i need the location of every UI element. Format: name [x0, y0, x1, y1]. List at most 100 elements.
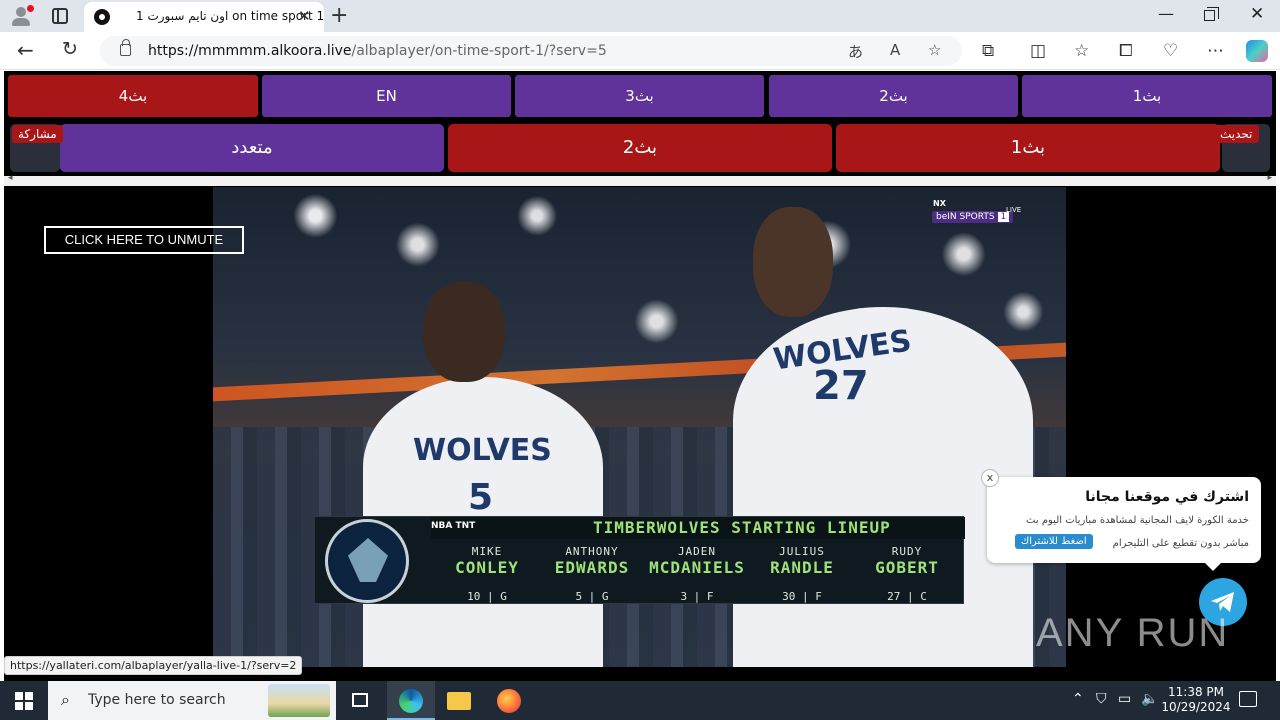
lineup-graphic: NBA TNT TIMBERWOLVES STARTING LINEUP MIK… [314, 516, 965, 604]
server-label: بث1 [1132, 87, 1162, 105]
share-label[interactable]: مشاركة [12, 125, 63, 143]
channel-logo-text: beIN SPORTS [936, 212, 995, 222]
browser-tab[interactable]: اون تايم سبورت 1 on time sport 1 ✕ [84, 2, 324, 32]
server-button-1[interactable]: بث1 [1022, 75, 1272, 117]
search-placeholder: Type here to search [88, 692, 226, 708]
popup-title: اشترك في موقعنا مجانا [1085, 489, 1249, 505]
player-last-name: MCDANIELS [649, 558, 745, 577]
url-text[interactable]: https://mmmmm.alkoora.live/albaplayer/on… [148, 43, 607, 59]
server-button-4[interactable]: بث4 [8, 75, 258, 117]
server-button-en[interactable]: EN [262, 75, 511, 117]
network-icon[interactable]: ▭ [1118, 691, 1131, 707]
task-view-icon[interactable] [352, 693, 368, 707]
file-explorer-taskbar-button[interactable] [435, 681, 483, 720]
popup-description: خدمة الكورة لايف المجانية لمشاهدة مباريا… [1026, 515, 1249, 526]
browser-titlebar: اون تايم سبورت 1 on time sport 1 ✕ + — ✕ [0, 0, 1280, 32]
player-last-name: RANDLE [770, 558, 834, 577]
timberwolves-logo [325, 519, 409, 603]
search-icon: ⌕ [61, 690, 70, 709]
search-highlight-image [268, 684, 330, 717]
tab-actions-icon[interactable] [52, 8, 68, 24]
restore-button[interactable] [1204, 7, 1219, 21]
firefox-taskbar-button[interactable] [485, 681, 533, 720]
collections-icon[interactable]: ⧠ [1119, 41, 1133, 61]
clock-date: 10/29/2024 [1161, 700, 1231, 714]
subscribe-button[interactable]: اضغط للاشتراك [1015, 534, 1093, 549]
server-button-3[interactable]: بث3 [515, 75, 764, 117]
server-button-2[interactable]: بث2 [769, 75, 1018, 117]
split-screen-icon[interactable]: ◫ [1030, 41, 1046, 61]
status-bar-url: https://yallateri.com/albaplayer/yalla-l… [4, 656, 303, 675]
player-number: 27 | C [887, 590, 927, 603]
url-host: https://mmmmm.alkoora.live [148, 43, 352, 59]
new-tab-button[interactable]: + [330, 3, 348, 28]
edge-icon [399, 689, 423, 713]
server-label: بث2 [879, 87, 908, 105]
player-first-name: JADEN [677, 545, 717, 558]
address-toolbar: ← ↻ https://mmmmm.alkoora.live/albaplaye… [0, 32, 1280, 70]
security-icon[interactable]: ⛉ [1096, 691, 1107, 707]
settings-more-icon[interactable]: ⋯ [1207, 41, 1224, 61]
unmute-button[interactable]: CLICK HERE TO UNMUTE [44, 226, 244, 254]
player-frame: بث4 EN بث3 بث2 بث1 متعدد بث2 بث1 مشاركة … [4, 71, 1276, 681]
player-first-name: ANTHONY [565, 545, 619, 558]
start-button[interactable] [15, 692, 33, 710]
address-bar[interactable]: https://mmmmm.alkoora.live/albaplayer/on… [100, 36, 962, 66]
server-button-main-2[interactable]: بث2 [448, 124, 832, 172]
back-button[interactable]: ← [17, 38, 34, 62]
refresh-label[interactable]: تحديث [1214, 125, 1259, 143]
folder-icon [447, 692, 471, 710]
favorite-star-icon[interactable]: ☆ [928, 41, 941, 59]
notification-icon[interactable] [1239, 691, 1257, 707]
web-page: بث4 EN بث3 بث2 بث1 متعدد بث2 بث1 مشاركة … [0, 71, 1280, 681]
copilot-icon[interactable] [1246, 40, 1268, 62]
lineup-title: TIMBERWOLVES STARTING LINEUP [593, 518, 891, 537]
close-tab-icon[interactable]: ✕ [298, 7, 311, 25]
lineup-player: MIKE CONLEY [437, 545, 537, 577]
bein-sports-logo: beIN SPORTS 1 [932, 211, 1014, 223]
chevron-up-icon[interactable]: ⌃ [1072, 691, 1084, 707]
player-first-name: MIKE [471, 545, 503, 558]
player-first-name: RUDY [891, 545, 923, 558]
server-label: متعدد [231, 137, 273, 158]
server-button-main-1[interactable]: بث1 [836, 124, 1220, 172]
volume-icon[interactable]: 🔈 [1141, 691, 1158, 707]
live-label: LIVE [1006, 206, 1022, 214]
read-aloud-icon[interactable]: A [890, 41, 900, 59]
edge-taskbar-button[interactable] [387, 681, 435, 720]
anyrun-watermark: ANY RUN [1036, 611, 1230, 655]
popup-close-button[interactable]: x [981, 469, 999, 487]
windows-taskbar: ⌕ Type here to search ⌃ ⛉ ▭ 🔈 11:38 PM 1… [0, 681, 1280, 720]
player-number: 3 | F [680, 590, 714, 603]
minimize-button[interactable]: — [1158, 4, 1174, 23]
profile-icon[interactable] [8, 4, 34, 28]
extensions-icon[interactable]: ⧉ [982, 41, 994, 61]
server-label: بث1 [1010, 137, 1046, 158]
player-number: 10 | G [467, 590, 507, 603]
broadcast-brand: NBA TNT [431, 521, 476, 531]
player-first-name: JULIUS [779, 545, 825, 558]
player-last-name: EDWARDS [554, 558, 630, 577]
clock-time: 11:38 PM [1168, 685, 1224, 699]
scroll-right-arrow[interactable]: ▸ [1267, 173, 1272, 183]
player-right-head [753, 207, 833, 317]
horizontal-scrollbar[interactable]: ◂ ▸ [4, 173, 1276, 186]
lock-icon[interactable] [120, 39, 131, 56]
player-left-head [423, 282, 505, 382]
server-button-multi[interactable]: متعدد [60, 124, 444, 172]
close-window-button[interactable]: ✕ [1250, 4, 1264, 24]
scroll-left-arrow[interactable]: ◂ [8, 173, 13, 183]
reload-button[interactable]: ↻ [62, 38, 78, 60]
translate-icon[interactable]: あ [848, 41, 863, 62]
player-last-name: GOBERT [875, 558, 939, 577]
browser-essentials-icon[interactable]: ♡ [1163, 41, 1178, 61]
system-clock[interactable]: 11:38 PM 10/29/2024 [1160, 685, 1232, 715]
lineup-player: JADEN MCDANIELS [647, 545, 747, 577]
favorites-icon[interactable]: ☆ [1074, 41, 1089, 61]
video-player[interactable]: WOLVES 5 WOLVES 27 beIN SPORTS 1 LIVE NX … [213, 187, 1066, 667]
player-number: 5 | G [575, 590, 609, 603]
taskbar-search[interactable]: ⌕ Type here to search [48, 681, 336, 720]
channel-tag: NX [933, 199, 946, 208]
player-number: 30 | F [782, 590, 822, 603]
lineup-player: RUDY GOBERT [857, 545, 957, 577]
